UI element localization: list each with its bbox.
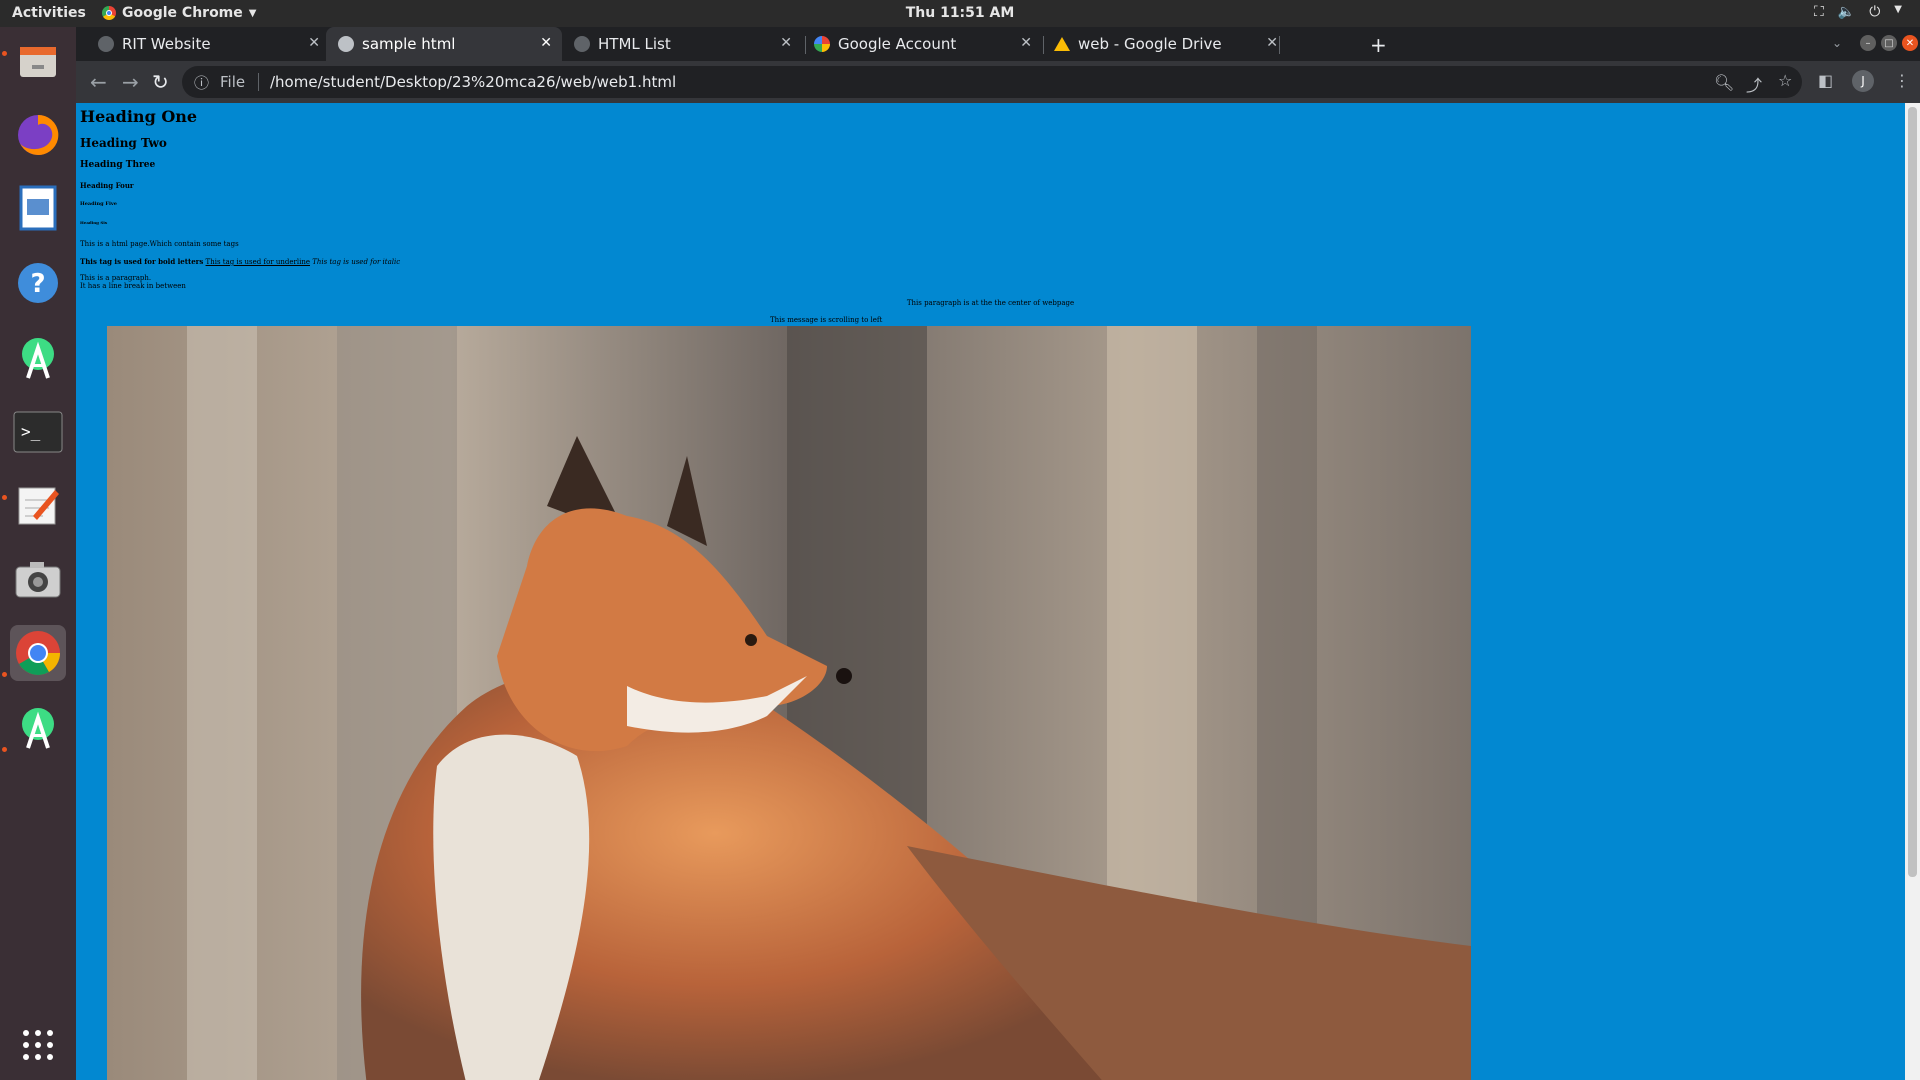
- close-icon[interactable]: ✕: [540, 35, 552, 51]
- running-indicator: [2, 672, 7, 677]
- tab-title: web - Google Drive: [1078, 35, 1222, 53]
- omnibox-divider: [258, 73, 259, 91]
- tab-google-drive[interactable]: web - Google Drive ✕: [1044, 27, 1352, 61]
- system-top-bar: Activities Google Chrome ▼ Thu 11:51 AM …: [0, 0, 1920, 27]
- marquee-text: This message is scrolling to left: [770, 316, 883, 324]
- system-tray[interactable]: ⛶ 🔈 ⏻ ▼: [1814, 4, 1902, 20]
- activities-button[interactable]: Activities: [12, 5, 86, 21]
- line-break-paragraph: This is a paragraph. It has a line break…: [80, 274, 186, 290]
- tab-rit-website[interactable]: RIT Website ✕: [90, 27, 330, 61]
- tab-strip: RIT Website ✕ sample html ✕ HTML List ✕ …: [76, 27, 1920, 61]
- bold-text: This tag is used for bold letters: [80, 257, 204, 266]
- show-apps-icon[interactable]: [10, 1017, 66, 1073]
- network-icon: ⛶: [1813, 4, 1824, 20]
- globe-icon: [574, 36, 590, 52]
- intro-paragraph: This is a html page.Which contain some t…: [80, 240, 239, 248]
- tab-sample-html[interactable]: sample html ✕: [326, 27, 562, 61]
- back-button[interactable]: ←: [90, 70, 107, 94]
- new-tab-button[interactable]: +: [1370, 33, 1387, 57]
- power-icon: ⏻: [1869, 4, 1881, 20]
- paragraph-line-1: This is a paragraph.: [80, 274, 152, 282]
- maximize-icon[interactable]: □: [1881, 35, 1897, 51]
- running-indicator: [2, 495, 7, 500]
- italic-text: This tag is used for italic: [312, 258, 401, 266]
- chevron-down-icon: ▼: [248, 7, 257, 19]
- web-page: Heading One Heading Two Heading Three He…: [76, 103, 1905, 1080]
- chrome-small-icon: [102, 6, 116, 20]
- writer-icon[interactable]: [10, 180, 66, 236]
- heading-six: Heading Six: [80, 220, 108, 225]
- window-close-icon[interactable]: ✕: [1902, 35, 1918, 51]
- centered-paragraph: This paragraph is at the the center of w…: [906, 299, 1075, 307]
- app-name: Google Chrome: [122, 5, 243, 21]
- tab-title: RIT Website: [122, 35, 211, 53]
- menu-kebab-icon[interactable]: ⋮: [1894, 71, 1910, 90]
- google-drive-icon: [1054, 37, 1070, 51]
- share-icon[interactable]: ⤴: [1746, 72, 1762, 96]
- heading-three: Heading Three: [80, 160, 156, 170]
- running-indicator: [2, 747, 7, 752]
- forward-button[interactable]: →: [122, 70, 139, 94]
- bookmark-star-icon[interactable]: ☆: [1778, 71, 1792, 90]
- fox-photo: [107, 326, 1471, 1080]
- tab-title: sample html: [362, 35, 456, 53]
- text-editor-icon[interactable]: [10, 477, 66, 533]
- chrome-icon[interactable]: [10, 625, 66, 681]
- terminal-icon[interactable]: >_: [10, 404, 66, 460]
- browser-toolbar: ← → ↻ ⓘ File /home/student/Desktop/23%20…: [76, 61, 1920, 103]
- android-studio-icon-2[interactable]: [10, 700, 66, 756]
- reload-button[interactable]: ↻: [152, 70, 169, 94]
- tab-separator: [1279, 36, 1280, 54]
- firefox-icon[interactable]: [10, 107, 66, 163]
- address-bar[interactable]: ⓘ File /home/student/Desktop/23%20mca26/…: [182, 66, 1802, 98]
- minimize-icon[interactable]: –: [1860, 35, 1876, 51]
- dock: ? >_: [0, 27, 76, 1080]
- tab-title: Google Account: [838, 35, 957, 53]
- close-icon[interactable]: ✕: [780, 35, 792, 51]
- tab-search-icon[interactable]: ⌄: [1832, 36, 1842, 50]
- volume-icon: 🔈: [1837, 4, 1856, 20]
- side-panel-icon[interactable]: ◧: [1818, 71, 1833, 90]
- url-text[interactable]: /home/student/Desktop/23%20mca26/web/web…: [270, 73, 676, 91]
- heading-five: Heading Five: [80, 201, 117, 207]
- app-menu[interactable]: Google Chrome ▼: [102, 5, 256, 21]
- chevron-down-icon: ▼: [1894, 4, 1902, 15]
- running-indicator: [2, 51, 7, 56]
- info-icon[interactable]: ⓘ: [194, 72, 209, 93]
- tab-google-account[interactable]: Google Account ✕: [806, 27, 1042, 61]
- underline-text: This tag is used for underline: [205, 258, 310, 266]
- tab-html-list[interactable]: HTML List ✕: [566, 27, 802, 61]
- close-icon[interactable]: ✕: [308, 35, 320, 51]
- profile-avatar[interactable]: J: [1852, 70, 1874, 92]
- formatting-paragraph: This tag is used for bold letters This t…: [80, 257, 400, 266]
- zoom-icon[interactable]: 🔍︎: [1714, 73, 1734, 92]
- globe-icon: [338, 36, 354, 52]
- help-icon[interactable]: ?: [10, 255, 66, 311]
- close-icon[interactable]: ✕: [1020, 35, 1032, 51]
- google-icon: [814, 36, 830, 52]
- heading-four: Heading Four: [80, 181, 134, 190]
- svg-text:>_: >_: [21, 422, 41, 441]
- android-studio-icon[interactable]: [10, 330, 66, 386]
- svg-text:?: ?: [30, 269, 45, 299]
- screenshot-icon[interactable]: [10, 551, 66, 607]
- close-icon[interactable]: ✕: [1266, 35, 1278, 51]
- files-icon[interactable]: [10, 33, 66, 89]
- heading-two: Heading Two: [80, 136, 167, 150]
- globe-icon: [98, 36, 114, 52]
- paragraph-line-2: It has a line break in between: [80, 282, 186, 290]
- tab-title: HTML List: [598, 35, 671, 53]
- heading-one: Heading One: [80, 107, 198, 126]
- scrollbar-thumb[interactable]: [1908, 107, 1917, 877]
- page-scrollbar[interactable]: [1905, 103, 1920, 1080]
- clock[interactable]: Thu 11:51 AM: [0, 5, 1920, 21]
- scheme-label: File: [220, 73, 246, 91]
